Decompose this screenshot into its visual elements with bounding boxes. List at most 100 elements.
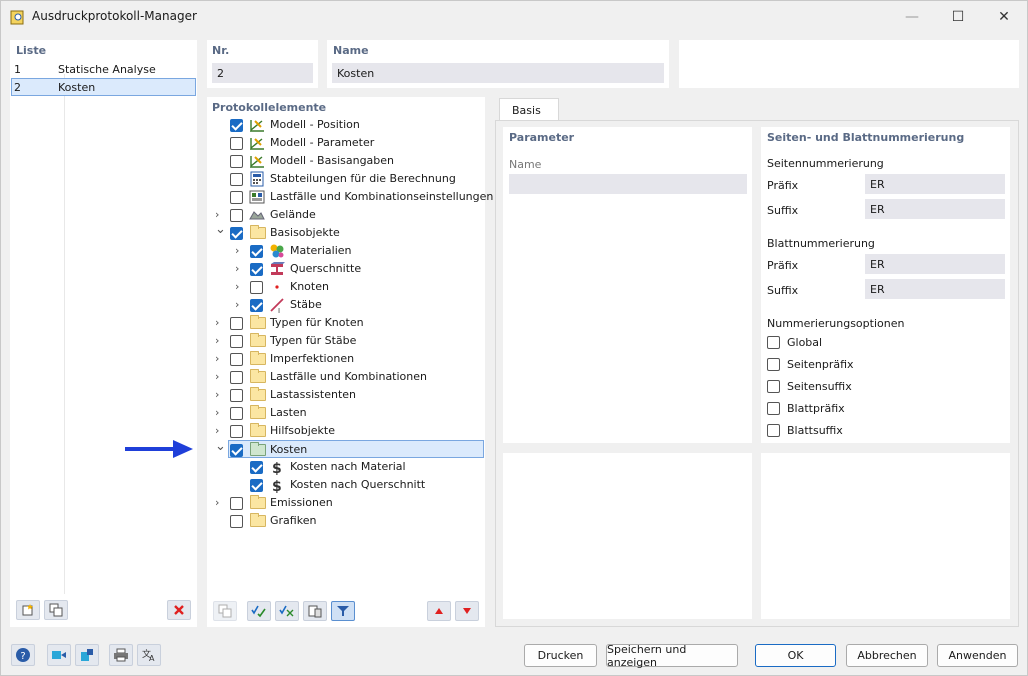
save-and-show-button[interactable]: Speichern und anzeigen [606, 643, 738, 669]
tree-item[interactable]: Modell - Position [229, 116, 484, 134]
sheet-suffix-field[interactable]: ER [865, 279, 1005, 299]
chevron-right-icon[interactable]: › [215, 208, 225, 222]
tree-item-checkbox[interactable] [230, 515, 243, 528]
tree-copy-button[interactable] [213, 601, 237, 621]
page-suffix-field[interactable]: ER [865, 199, 1005, 219]
tree-item[interactable]: Modell - Parameter [229, 134, 484, 152]
tree-item-checkbox[interactable] [230, 191, 243, 204]
nr-field[interactable]: 2 [212, 63, 313, 83]
tree-item-checkbox[interactable] [230, 209, 243, 222]
tree-item[interactable]: › Typen für Knoten [215, 314, 484, 332]
list-item[interactable]: 1 Statische Analyse [11, 60, 196, 78]
tree-item[interactable]: $ Kosten nach Querschnitt [229, 476, 484, 495]
parameter-name-field[interactable] [509, 174, 747, 194]
tree-item-checkbox[interactable] [230, 425, 243, 438]
chevron-right-icon[interactable]: › [235, 280, 245, 294]
chevron-right-icon[interactable]: › [215, 370, 225, 384]
settings-list-button[interactable] [303, 601, 327, 621]
option-sheet-prefix-checkbox[interactable] [767, 402, 780, 415]
tree-item-checkbox[interactable] [230, 371, 243, 384]
check-all-button[interactable] [247, 601, 271, 621]
move-down-button[interactable] [455, 601, 479, 621]
tree-item[interactable]: Grafiken [229, 512, 484, 530]
tree-item-selected[interactable]: ⌄ Kosten [215, 439, 484, 458]
tree-item[interactable]: › I Stäbe [229, 296, 484, 315]
option-page-prefix-checkbox[interactable] [767, 358, 780, 371]
tree-item[interactable]: › Materialien [229, 242, 484, 260]
option-page-suffix-checkbox[interactable] [767, 380, 780, 393]
tree-item-checkbox[interactable] [230, 137, 243, 150]
tree-item-checkbox[interactable] [230, 119, 243, 132]
units-button[interactable] [47, 644, 71, 666]
filter-button[interactable] [331, 601, 355, 621]
chevron-right-icon[interactable]: › [215, 388, 225, 402]
chevron-down-icon[interactable]: ⌄ [215, 222, 226, 237]
copy-report-button[interactable] [44, 600, 68, 620]
tree-item[interactable]: Stabteilungen für die Berechnung [229, 170, 484, 188]
tree-item[interactable]: Lastfälle und Kombinationseinstellungen [229, 188, 493, 206]
tree-item-checkbox[interactable] [230, 497, 243, 510]
tree-item[interactable]: › Knoten [229, 278, 484, 296]
option-global-checkbox[interactable] [767, 336, 780, 349]
chevron-right-icon[interactable]: › [215, 334, 225, 348]
sheet-prefix-field[interactable]: ER [865, 254, 1005, 274]
tree-item-checkbox[interactable] [250, 461, 263, 474]
tree-item-checkbox[interactable] [230, 353, 243, 366]
tree-item[interactable]: › Lasten [215, 404, 484, 422]
move-up-button[interactable] [427, 601, 451, 621]
tree-item[interactable]: › Emissionen [215, 494, 484, 512]
tree-item[interactable]: › Hilfsobjekte [215, 422, 484, 440]
tree-item-checkbox[interactable] [230, 389, 243, 402]
chevron-right-icon[interactable]: › [235, 298, 245, 312]
tree-item-checkbox[interactable] [230, 317, 243, 330]
tree-item[interactable]: › Gelände [215, 206, 484, 224]
tree-item-checkbox[interactable] [230, 407, 243, 420]
description-panel[interactable] [679, 40, 1019, 88]
apply-button[interactable]: Anwenden [937, 644, 1018, 667]
tree-item[interactable]: › Lastassistenten [215, 386, 484, 404]
ok-button[interactable]: OK [755, 644, 836, 667]
tree-item-checkbox[interactable] [250, 479, 263, 492]
chevron-right-icon[interactable]: › [215, 496, 225, 510]
print-settings-button[interactable] [109, 644, 133, 666]
maximize-button[interactable]: ☐ [935, 1, 981, 33]
chevron-right-icon[interactable]: › [235, 262, 245, 276]
translate-button[interactable]: 文A [137, 644, 161, 666]
chevron-right-icon[interactable]: › [235, 244, 245, 258]
tree-item[interactable]: › Lastfälle und Kombinationen [215, 368, 484, 386]
tab-basis[interactable]: Basis [499, 98, 559, 121]
chevron-right-icon[interactable]: › [215, 424, 225, 438]
tree-item-checkbox[interactable] [250, 299, 263, 312]
chevron-right-icon[interactable]: › [215, 352, 225, 366]
tree-item-checkbox[interactable] [230, 173, 243, 186]
import-export-button[interactable] [75, 644, 99, 666]
page-prefix-field[interactable]: ER [865, 174, 1005, 194]
minimize-button[interactable]: — [889, 1, 935, 33]
tree-item-checkbox[interactable] [250, 263, 263, 276]
tree-item[interactable]: $ Kosten nach Material [229, 458, 484, 477]
tree-item-checkbox[interactable] [230, 155, 243, 168]
chevron-right-icon[interactable]: › [215, 406, 225, 420]
tree-item-checkbox[interactable] [230, 335, 243, 348]
tree-item-checkbox[interactable] [230, 444, 243, 457]
tree-item[interactable]: ⌄ Basisobjekte [215, 222, 484, 242]
tree-item-checkbox[interactable] [250, 281, 263, 294]
tree-item[interactable]: › Typen für Stäbe [215, 332, 484, 350]
tree-item-checkbox[interactable] [250, 245, 263, 258]
list-item-selected[interactable]: 2 Kosten [11, 78, 196, 96]
cancel-button[interactable]: Abbrechen [846, 644, 928, 667]
print-button[interactable]: Drucken [524, 644, 597, 667]
uncheck-all-button[interactable] [275, 601, 299, 621]
chevron-down-icon[interactable]: ⌄ [215, 439, 226, 454]
new-report-button[interactable] [16, 600, 40, 620]
tree-item[interactable]: › Imperfektionen [215, 350, 484, 368]
chevron-right-icon[interactable]: › [215, 316, 225, 330]
delete-report-button[interactable] [167, 600, 191, 620]
tree-item[interactable]: Modell - Basisangaben [229, 152, 484, 170]
tree-item[interactable]: › Querschnitte [229, 260, 484, 278]
name-field[interactable]: Kosten [332, 63, 664, 83]
help-button[interactable]: ? [11, 644, 35, 666]
close-button[interactable]: ✕ [981, 1, 1027, 33]
option-sheet-suffix-checkbox[interactable] [767, 424, 780, 437]
tree-item-checkbox[interactable] [230, 227, 243, 240]
